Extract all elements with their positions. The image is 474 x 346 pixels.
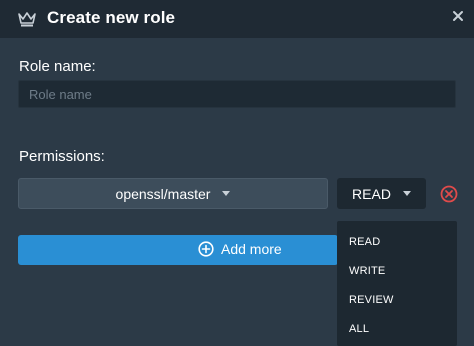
chevron-down-icon	[402, 191, 411, 196]
permissions-label: Permissions:	[19, 148, 105, 165]
close-icon[interactable]	[451, 9, 465, 23]
add-more-label: Add more	[221, 241, 282, 257]
add-more-button[interactable]: Add more	[18, 235, 338, 265]
dialog-title: Create new role	[47, 8, 176, 27]
plus-circle-icon	[198, 241, 214, 257]
remove-circle-icon[interactable]	[440, 185, 458, 203]
dropdown-option-write[interactable]: WRITE	[349, 265, 385, 277]
dropdown-option-read[interactable]: READ	[349, 236, 380, 248]
chevron-down-icon	[222, 191, 231, 196]
crown-icon	[18, 12, 36, 27]
repository-select[interactable]: openssl/master	[18, 178, 328, 209]
permission-level-select[interactable]: READ	[337, 178, 426, 209]
dialog-titlebar: Create new role	[0, 0, 474, 38]
role-name-input[interactable]	[18, 80, 456, 108]
dropdown-option-all[interactable]: ALL	[349, 323, 369, 335]
permission-level-dropdown: READ WRITE REVIEW ALL	[337, 221, 457, 346]
repository-select-value: openssl/master	[115, 185, 211, 202]
dropdown-option-review[interactable]: REVIEW	[349, 294, 394, 306]
role-name-label: Role name:	[19, 58, 96, 75]
permission-level-value: READ	[352, 185, 391, 202]
